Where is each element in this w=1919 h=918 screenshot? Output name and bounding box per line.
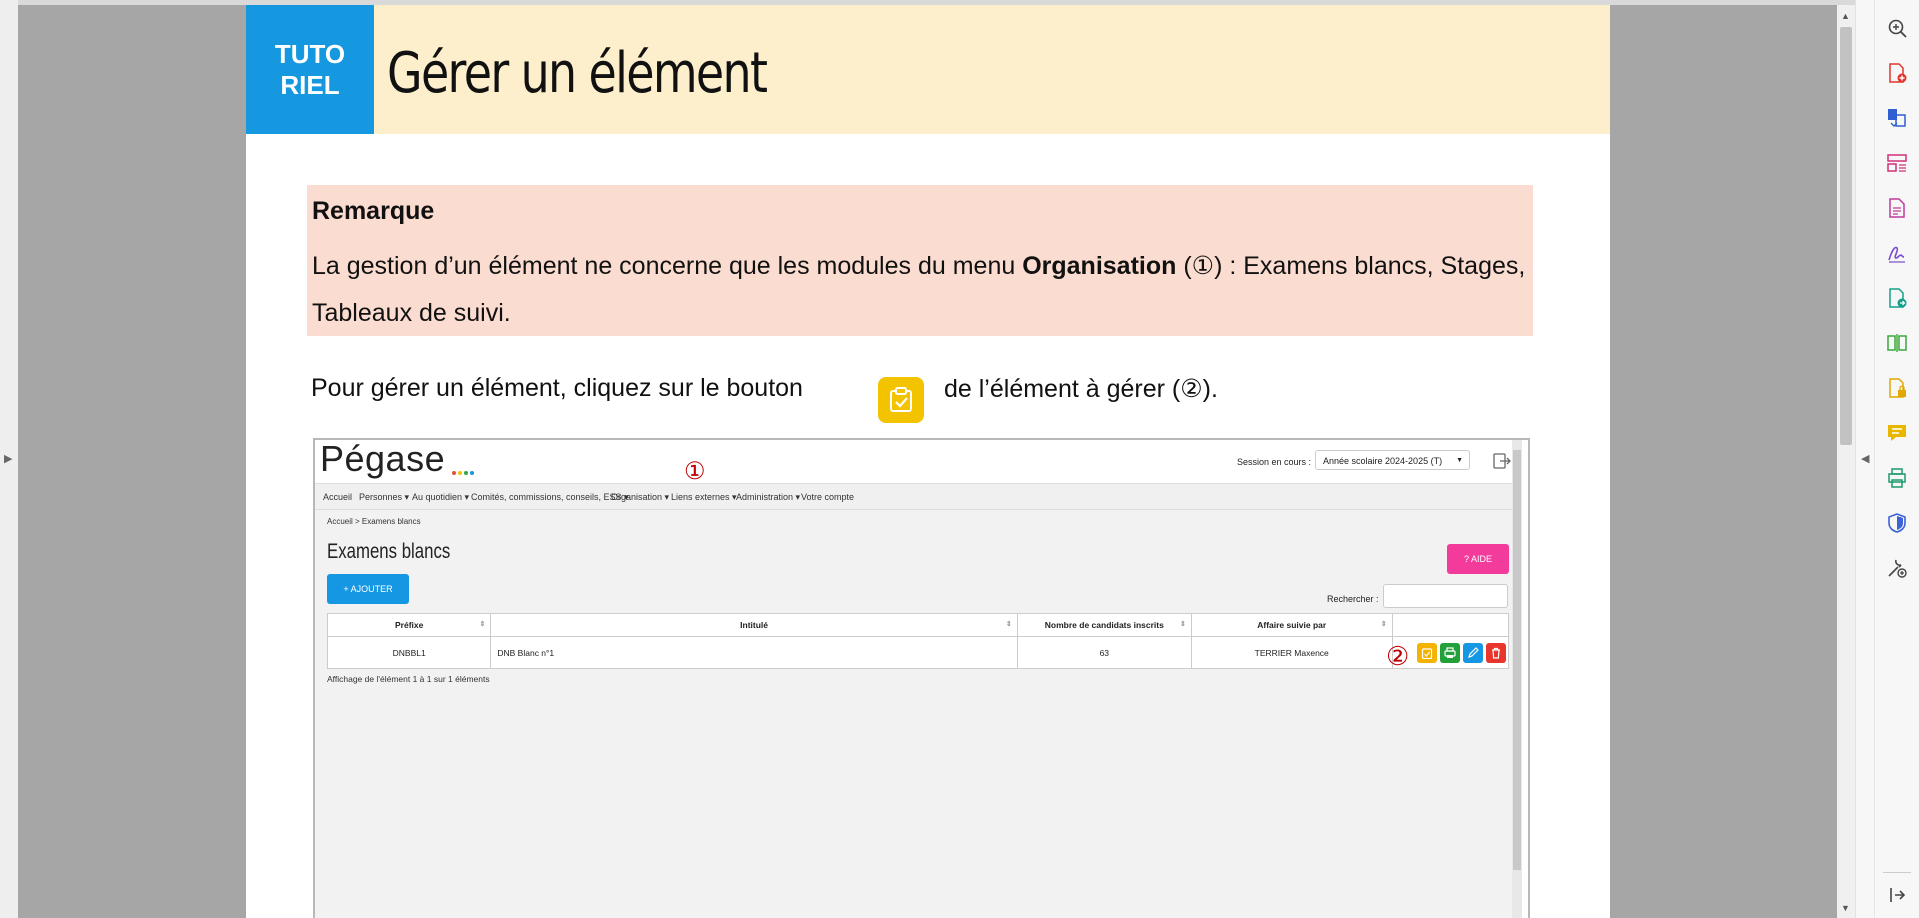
sort-icon: ⇕ xyxy=(1380,621,1387,628)
ajouter-button: + AJOUTER xyxy=(327,574,409,604)
cell-intitule: DNB Blanc n°1 xyxy=(490,636,1018,669)
expand-left-icon[interactable]: ▶ xyxy=(4,452,12,465)
column-label: Nombre de candidats inscrits xyxy=(1044,620,1164,630)
table-row: DNBBL1 DNB Blanc n°1 63 TERRIER Maxence xyxy=(326,636,1510,669)
embedded-screenshot: Pégase ① Session en cours : Année scolai… xyxy=(313,438,1530,918)
search-label: Rechercher : xyxy=(1327,594,1379,604)
caret-down-icon: ▼ xyxy=(1456,457,1463,464)
page-title: Gérer un élément xyxy=(387,41,768,106)
more-tools-icon[interactable] xyxy=(1886,557,1908,579)
protect-pdf-icon[interactable] xyxy=(1886,377,1908,399)
remark-bold-organisation: Organisation xyxy=(1022,252,1177,280)
cell-actions xyxy=(1391,636,1510,669)
instruction-text: Pour gérer un élément, cliquez sur le bo… xyxy=(311,374,803,402)
document-page: TUTO RIEL Gérer un élément Remarque La g… xyxy=(246,5,1610,918)
logout-icon xyxy=(1493,453,1511,469)
delete-button xyxy=(1486,642,1506,663)
screenshot-scroll-thumb xyxy=(1513,450,1521,870)
clipboard-icon xyxy=(1421,647,1433,659)
sort-icon: ⇕ xyxy=(1005,621,1012,628)
export-pdf-icon[interactable] xyxy=(1886,287,1908,309)
sign-icon[interactable] xyxy=(1886,242,1908,264)
right-panel-toggle[interactable]: ◀ xyxy=(1855,0,1875,918)
column-label: Intitulé xyxy=(740,620,769,630)
column-label: Affaire suivie par xyxy=(1257,620,1327,630)
manage-button xyxy=(1417,642,1437,663)
cell-prefixe: DNBBL1 xyxy=(326,636,492,669)
comment-icon[interactable] xyxy=(1886,422,1908,444)
nav-administration: Administration ▾ xyxy=(736,492,801,502)
collapse-arrow-icon[interactable]: ◀ xyxy=(1861,452,1869,465)
left-panel-toggle[interactable]: ▶ xyxy=(0,0,19,918)
zoom-icon[interactable] xyxy=(1886,17,1908,39)
nav-accueil: Accueil xyxy=(323,492,353,502)
cell-affaire: TERRIER Maxence xyxy=(1190,636,1393,669)
cell-nombre: 63 xyxy=(1016,636,1192,669)
nav-comites: Comités, commissions, conseils, ESS ▾ xyxy=(471,492,629,502)
sort-icon: ⇕ xyxy=(1179,621,1186,628)
remark-title: Remarque xyxy=(312,197,435,225)
badge-line-2: RIEL xyxy=(280,69,340,100)
pencil-icon xyxy=(1468,646,1479,658)
nav-personnes: Personnes ▾ xyxy=(359,492,410,502)
logo-dot xyxy=(464,471,468,475)
printer-icon xyxy=(1444,646,1456,658)
marker-2: ② xyxy=(1386,641,1410,671)
edit-button xyxy=(1463,642,1483,663)
logo-dot xyxy=(470,471,474,475)
tutoriel-badge: TUTO RIEL xyxy=(246,5,374,134)
scroll-thumb[interactable] xyxy=(1840,27,1852,445)
combine-files-icon[interactable] xyxy=(1886,107,1908,129)
nav-liens-externes: Liens externes ▾ xyxy=(671,492,737,502)
organize-pages-icon[interactable] xyxy=(1886,152,1908,174)
scroll-up-icon[interactable]: ▲ xyxy=(1841,11,1850,21)
marker-1: ① xyxy=(684,458,706,485)
scroll-down-icon[interactable]: ▼ xyxy=(1841,903,1850,913)
column-label: Préfixe xyxy=(395,620,424,630)
screenshot-scrollbar xyxy=(1512,440,1522,918)
manage-clipboard-icon xyxy=(878,377,924,423)
logo-dot xyxy=(452,471,456,475)
logo-dots xyxy=(452,467,476,477)
nav-organisation: Organisation ▾ xyxy=(611,492,670,502)
remark-text-part: La gestion d’un élément ne concerne que … xyxy=(312,252,1023,280)
collapse-panel-icon[interactable] xyxy=(1886,884,1908,906)
print-button xyxy=(1440,642,1460,663)
app-nav-bar: Accueil Personnes ▾ Au quotidien ▾ Comit… xyxy=(315,483,1512,510)
print-production-icon[interactable] xyxy=(1886,467,1908,489)
pagination-info: Affichage de l'élément 1 à 1 sur 1 éléme… xyxy=(327,674,490,684)
examens-table: Préfixe ⇕ Intitulé ⇕ Nombre de candidats i… xyxy=(326,613,1510,669)
table-header-row: Préfixe ⇕ Intitulé ⇕ Nombre de candidats i… xyxy=(326,613,1510,637)
remark-text: La gestion d’un élément ne concerne que … xyxy=(312,243,1532,337)
session-label: Session en cours : xyxy=(1237,457,1312,467)
logo-dot xyxy=(458,471,462,475)
edit-pdf-icon[interactable] xyxy=(1886,197,1908,219)
session-value: Année scolaire 2024-2025 (T) xyxy=(1323,456,1443,466)
col-affaire: Affaire suivie par ⇕ xyxy=(1190,613,1393,637)
app-heading: Examens blancs xyxy=(327,540,451,563)
nav-votre-compte: Votre compte xyxy=(801,492,855,502)
col-actions xyxy=(1391,613,1510,637)
tools-panel xyxy=(1874,0,1919,918)
app-body: Accueil > Examens blancs Examens blancs … xyxy=(315,510,1512,918)
aide-button: ? AIDE xyxy=(1447,544,1509,574)
tools-separator xyxy=(1883,872,1911,873)
col-nombre: Nombre de candidats inscrits ⇕ xyxy=(1016,613,1192,637)
instruction-text-end: de l’élément à gérer (②). xyxy=(944,375,1218,403)
shield-icon[interactable] xyxy=(1886,512,1908,534)
col-prefixe: Préfixe ⇕ xyxy=(326,613,492,637)
compare-files-icon[interactable] xyxy=(1886,332,1908,354)
vertical-scrollbar[interactable]: ▲ ▼ xyxy=(1837,5,1855,918)
create-pdf-icon[interactable] xyxy=(1886,62,1908,84)
pegase-logo: Pégase xyxy=(320,438,446,479)
col-intitule: Intitulé ⇕ xyxy=(490,613,1018,637)
search-input xyxy=(1383,584,1508,608)
breadcrumb: Accueil > Examens blancs xyxy=(327,517,421,526)
session-select: Année scolaire 2024-2025 (T) ▼ xyxy=(1315,450,1470,470)
badge-line-1: TUTO xyxy=(274,38,346,69)
remark-box: Remarque La gestion d’un élément ne conc… xyxy=(307,185,1533,336)
nav-au-quotidien: Au quotidien ▾ xyxy=(412,492,470,502)
sort-icon: ⇕ xyxy=(479,621,486,628)
trash-icon xyxy=(1492,647,1500,659)
